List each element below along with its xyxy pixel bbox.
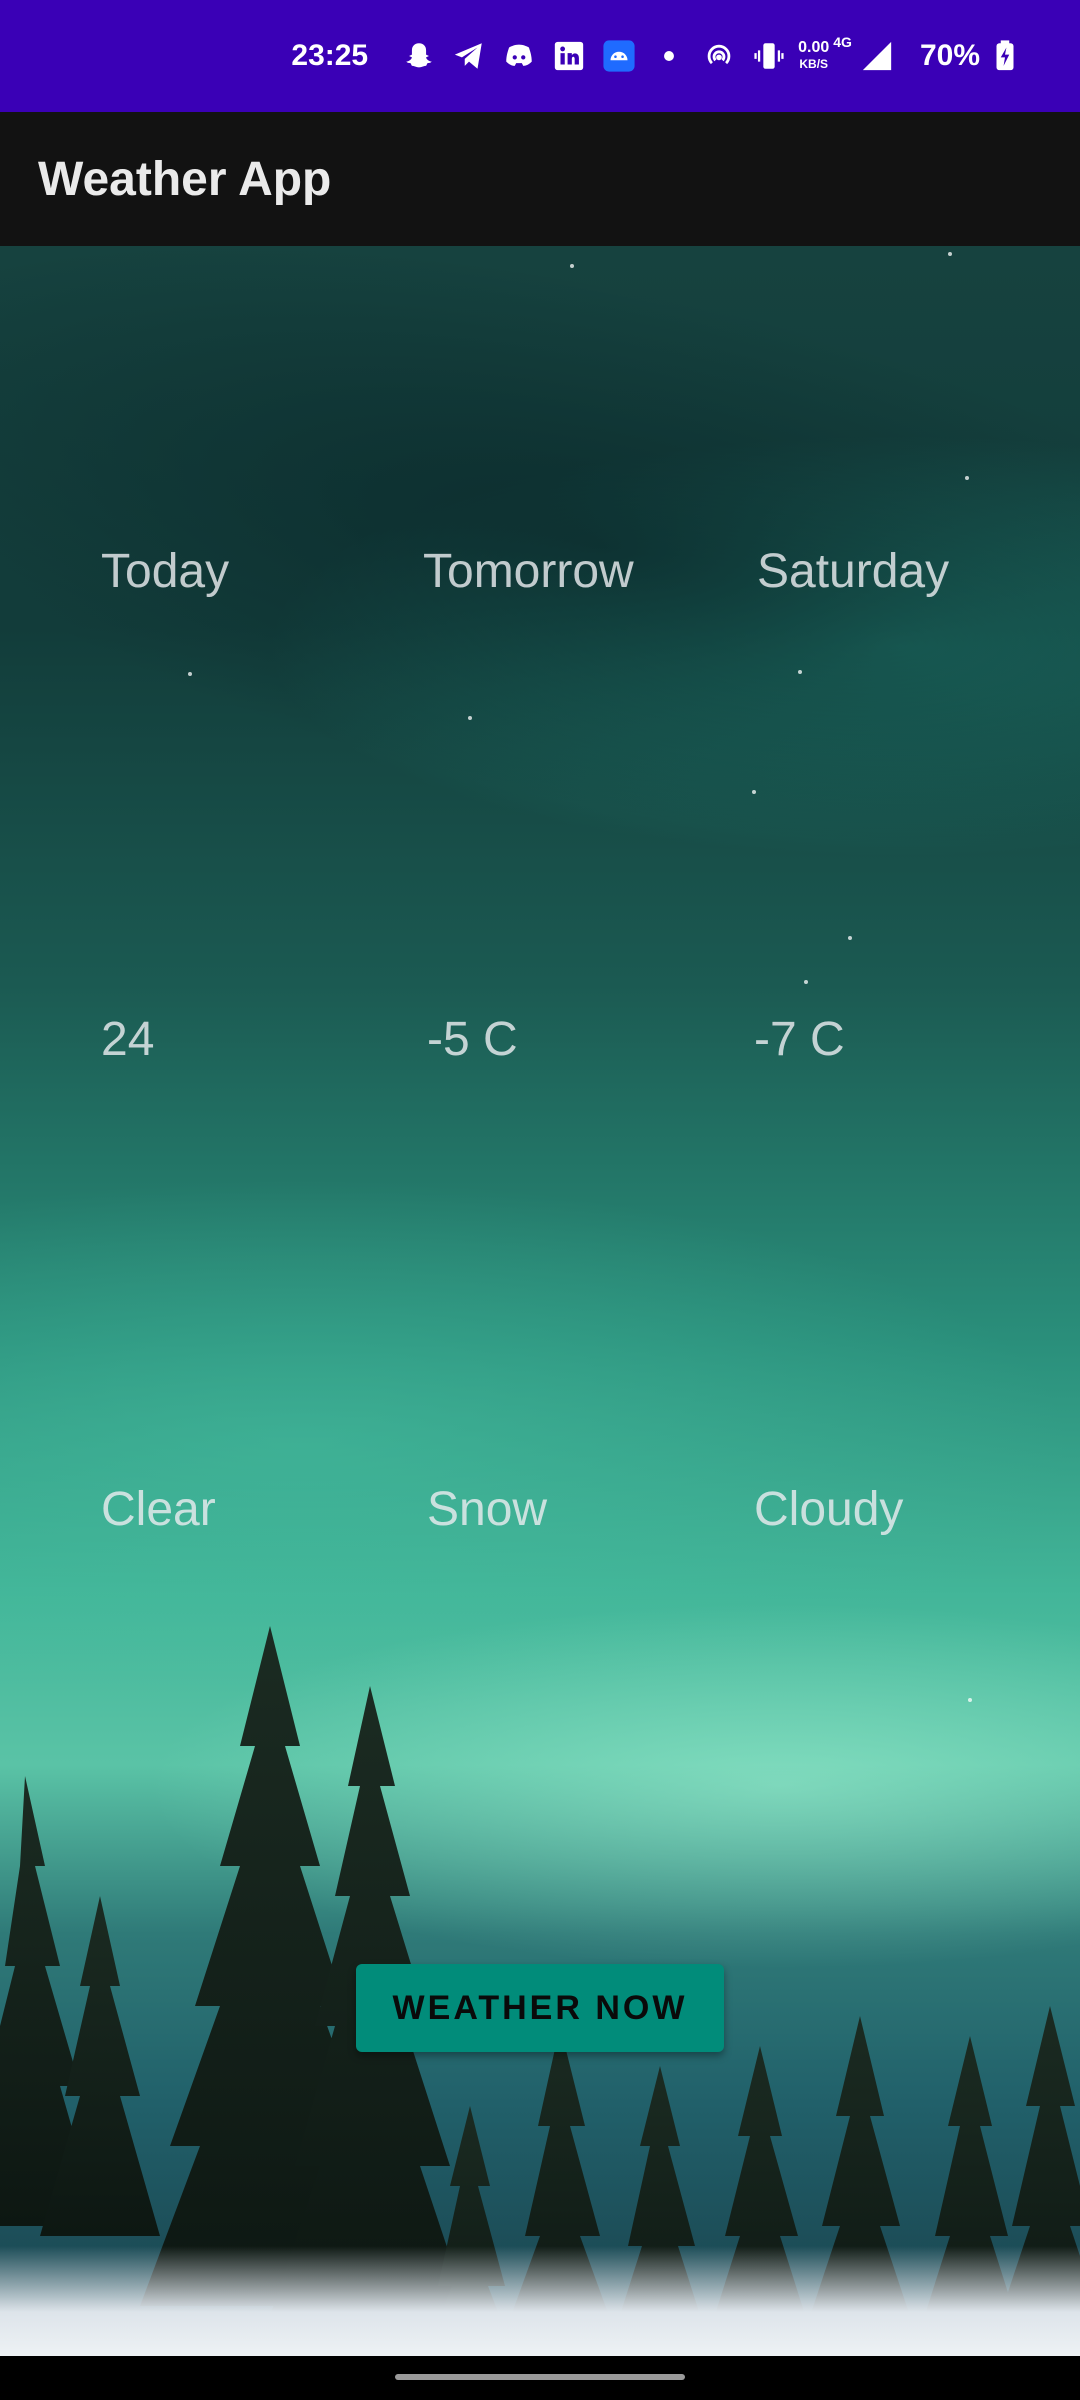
network-speed-unit: KB/S xyxy=(799,57,829,71)
condition-saturday: Cloudy xyxy=(754,1483,904,1536)
hotspot-icon xyxy=(707,44,731,65)
signal-icon xyxy=(862,41,892,71)
status-time: 23:25 xyxy=(291,39,369,72)
discord-icon xyxy=(506,44,532,66)
navigation-bar xyxy=(0,2356,1080,2400)
app-title: Weather App xyxy=(38,152,332,206)
temp-tomorrow: -5 C xyxy=(427,1013,518,1066)
network-type: 4G xyxy=(833,34,852,50)
app-bar: Weather App xyxy=(0,112,1080,246)
day-name-saturday: Saturday xyxy=(757,545,950,598)
day-name-tomorrow: Tomorrow xyxy=(423,545,634,598)
battery-charging-icon xyxy=(996,40,1014,71)
home-gesture-handle[interactable] xyxy=(395,2374,685,2380)
vibrate-icon xyxy=(754,43,784,69)
condition-today: Clear xyxy=(101,1483,216,1536)
day-name-today: Today xyxy=(101,545,230,598)
network-speed-value: 0.00 xyxy=(798,39,830,56)
weather-now-button[interactable]: WEATHER NOW xyxy=(356,1964,724,2052)
battery-percent: 70% xyxy=(919,39,980,72)
linkedin-icon xyxy=(554,41,584,71)
snapchat-icon xyxy=(406,43,432,68)
forecast-background: Today Tomorrow Saturday 24 -5 C -7 C Cle… xyxy=(0,246,1080,2356)
android-app-icon xyxy=(603,40,635,72)
status-bar: 23:25 0.00 KB/S 4G 70% xyxy=(0,0,1080,112)
network-speed: 0.00 KB/S xyxy=(798,40,829,72)
snow-ground xyxy=(0,2246,1080,2356)
notification-dot-icon xyxy=(664,51,675,61)
temp-today: 24 xyxy=(101,1013,155,1066)
condition-tomorrow: Snow xyxy=(427,1483,548,1536)
temp-saturday: -7 C xyxy=(754,1013,845,1066)
telegram-icon xyxy=(454,43,482,69)
